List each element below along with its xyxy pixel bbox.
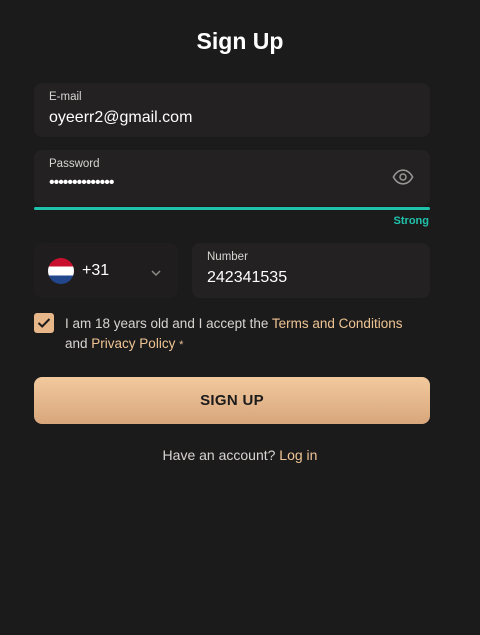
country-code-select[interactable]: +31	[34, 243, 178, 298]
password-input[interactable]: ••••••••••••••	[49, 174, 114, 192]
email-input[interactable]: oyeerr2@gmail.com	[49, 109, 192, 127]
phone-number-input[interactable]: 242341535	[207, 269, 287, 287]
page-title: Sign Up	[196, 28, 284, 54]
number-label: Number	[207, 251, 248, 263]
login-prompt: Have an account? Log in	[0, 447, 480, 463]
password-field[interactable]: Password ••••••••••••••	[34, 150, 430, 206]
consent-and: and	[65, 336, 88, 351]
password-strength-label: Strong	[393, 215, 429, 227]
password-strength-bar	[34, 207, 430, 210]
password-label: Password	[49, 158, 100, 170]
phone-number-field[interactable]: Number 242341535	[192, 243, 430, 298]
chevron-down-icon	[150, 265, 162, 277]
netherlands-flag-icon	[48, 258, 74, 284]
dial-code: +31	[82, 262, 110, 279]
consent-prefix: I am 18 years old and I accept the	[65, 316, 269, 331]
eye-icon[interactable]	[392, 166, 414, 188]
login-prompt-text: Have an account?	[162, 447, 276, 463]
sign-up-button[interactable]: SIGN UP	[34, 377, 430, 424]
consent-checkbox[interactable]	[34, 313, 54, 333]
login-link[interactable]: Log in	[279, 447, 317, 463]
required-mark: *	[179, 339, 184, 351]
terms-link[interactable]: Terms and Conditions	[272, 316, 403, 331]
email-field[interactable]: E-mail oyeerr2@gmail.com	[34, 83, 430, 137]
consent-text: I am 18 years old and I accept the Terms…	[65, 314, 425, 355]
email-label: E-mail	[49, 91, 82, 103]
privacy-link[interactable]: Privacy Policy	[91, 336, 175, 351]
